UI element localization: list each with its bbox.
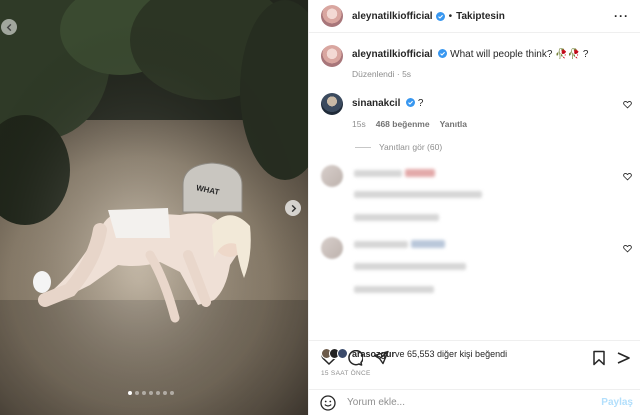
emoji-icon[interactable] xyxy=(320,394,336,411)
verified-badge-icon xyxy=(438,49,448,58)
mini-avatar xyxy=(337,348,348,359)
comment-like-heart-icon[interactable] xyxy=(623,172,632,181)
blurred-text xyxy=(354,263,466,270)
blurred-avatar xyxy=(321,237,343,259)
comment-reply-button[interactable]: Yanıtla xyxy=(440,119,467,129)
caption-text: What will people think? 🥀🥀 ? xyxy=(450,49,589,60)
post-panel: aleynatilkiofficial • Takiptesin ··· ale… xyxy=(308,0,640,415)
blurred-emoji xyxy=(405,169,435,177)
comment-row: sinanakcil ? xyxy=(321,93,423,115)
post-timestamp: 15 SAAT ÖNCE xyxy=(321,370,371,377)
next-photo-button[interactable] xyxy=(285,200,301,216)
liked-by-username[interactable]: arasozgur xyxy=(352,349,395,359)
view-replies-label: Yanıtları gör (60) xyxy=(379,142,443,152)
blurred-emoji xyxy=(411,240,445,248)
blurred-username xyxy=(354,170,402,177)
action-bar xyxy=(309,340,640,366)
verified-badge-icon xyxy=(406,98,416,107)
comment-meta: 15s 468 beğenme Yanıtla xyxy=(352,119,467,129)
blurred-meta xyxy=(354,214,439,221)
carousel-dot xyxy=(135,391,139,395)
blurred-text xyxy=(354,191,482,198)
chevron-right-icon xyxy=(291,204,296,212)
back-button[interactable] xyxy=(1,19,17,35)
carousel-dot xyxy=(170,391,174,395)
comment-avatar[interactable] xyxy=(321,93,343,115)
blurred-username xyxy=(354,241,408,248)
caption-avatar[interactable] xyxy=(321,45,343,67)
post-header: aleynatilkiofficial • Takiptesin ··· xyxy=(309,0,640,33)
carousel-dot xyxy=(156,391,160,395)
verified-badge-icon xyxy=(435,11,445,21)
blurred-avatar xyxy=(321,165,343,187)
comment-input[interactable] xyxy=(347,397,577,408)
following-button[interactable]: Takiptesin xyxy=(456,11,505,22)
liked-avatars xyxy=(321,348,348,359)
carousel-dot xyxy=(142,391,146,395)
more-icon[interactable] xyxy=(616,350,632,366)
author-username[interactable]: aleynatilkiofficial xyxy=(352,11,433,22)
comment-like-heart-icon[interactable] xyxy=(623,100,632,109)
comment-like-heart-icon[interactable] xyxy=(623,244,632,253)
caption-row: aleynatilkiofficial What will people thi… xyxy=(321,45,588,67)
comment-username[interactable]: sinanakcil xyxy=(352,98,400,109)
arrow-left-icon xyxy=(6,23,11,31)
header-separator: • xyxy=(448,10,453,22)
author-avatar[interactable] xyxy=(321,5,343,27)
carousel-dot xyxy=(163,391,167,395)
liked-by: arasozgur ve 65,553 diğer kişi beğendi xyxy=(321,348,507,359)
comment-text: ? xyxy=(417,98,424,109)
save-bookmark-icon[interactable] xyxy=(591,350,607,366)
caption-edited: Düzenlendi · 5s xyxy=(352,69,412,79)
liked-by-text[interactable]: ve 65,553 diğer kişi beğendi xyxy=(395,349,507,359)
post-photo[interactable]: WHAT xyxy=(0,0,308,415)
comment-bar: Paylaş xyxy=(309,389,640,415)
more-options-icon[interactable]: ··· xyxy=(614,9,629,23)
post-comment-button[interactable]: Paylaş xyxy=(601,397,633,408)
blurred-meta xyxy=(354,286,434,293)
comment-time: 15s xyxy=(352,119,366,129)
caption-username[interactable]: aleynatilkiofficial xyxy=(352,49,433,60)
replies-divider xyxy=(355,146,371,148)
carousel-dot xyxy=(149,391,153,395)
carousel-dots xyxy=(128,391,174,395)
view-replies-button[interactable]: Yanıtları gör (60) xyxy=(355,142,442,152)
comment-likes[interactable]: 468 beğenme xyxy=(376,119,430,129)
carousel-dot xyxy=(128,391,132,395)
photo-scene: WHAT xyxy=(0,0,308,415)
